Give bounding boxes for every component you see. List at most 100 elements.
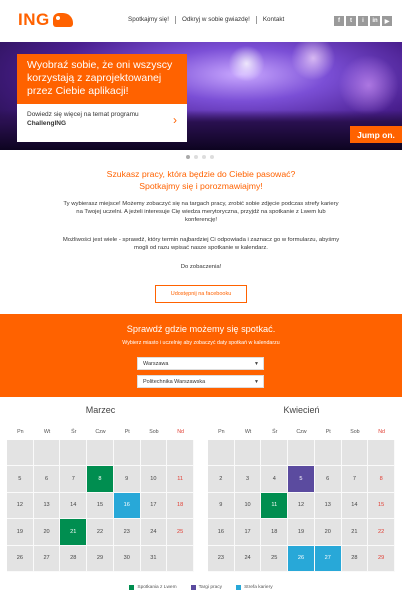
city-select[interactable]: Warszawa ▼	[137, 357, 264, 370]
calendar-day: 30	[113, 545, 141, 572]
calendar-day: 14	[60, 492, 88, 520]
calendar-day: 10	[140, 466, 168, 493]
calendar-day: 18	[167, 492, 194, 520]
calendar-empty-cell	[288, 440, 315, 467]
chevron-down-icon: ▼	[254, 379, 259, 385]
calendar-day: 4	[261, 466, 289, 493]
weekday-label: Śr	[272, 429, 278, 435]
intro-title: Szukasz pracy, która będzie do Ciebie pa…	[0, 168, 402, 192]
weekday-label: Pn	[218, 429, 225, 435]
calendar-day: 22	[87, 519, 114, 546]
calendar-day: 7	[341, 466, 369, 493]
facebook-share-button[interactable]: Udostępnij na facebooku	[155, 285, 247, 303]
legend-item: Strefa kariery	[236, 585, 273, 590]
facebook-icon[interactable]: f	[334, 16, 344, 26]
calendar-day: 12	[7, 492, 34, 520]
calendar-day: 6	[314, 466, 342, 493]
nav-item-meet[interactable]: Spotkajmy się!	[122, 16, 176, 24]
calendar-day: 6	[33, 466, 61, 493]
chevron-down-icon: ▼	[254, 361, 259, 367]
lion-icon	[52, 13, 73, 27]
calendar-day: 15	[87, 492, 114, 520]
calendar-day: 28	[60, 545, 88, 572]
calendar-legend: Spotkania z Lwem Targi pracy Strefa karier…	[0, 585, 402, 590]
calendar-day: 17	[140, 492, 168, 520]
school-select[interactable]: Politechnika Warszawska ▼	[137, 375, 264, 388]
calendar-day: 25	[167, 519, 194, 546]
intro-title-line1: Szukasz pracy, która będzie do Ciebie pa…	[106, 169, 296, 179]
weekday-label: Pt	[124, 429, 130, 435]
instagram-icon[interactable]: i	[358, 16, 368, 26]
youtube-icon[interactable]: ▶	[382, 16, 392, 26]
weekday-label: Czw	[296, 429, 307, 435]
calendar-month-title: Kwiecień	[283, 405, 320, 415]
calendar-day: 23	[113, 519, 141, 546]
calendar-day: 10	[234, 492, 262, 520]
calendar-day: 22	[368, 519, 395, 546]
legend-swatch	[236, 585, 242, 590]
calendar-day[interactable]: 8	[87, 466, 114, 493]
calendar-day: 28	[341, 545, 369, 572]
calendar-day: 26	[7, 545, 34, 572]
ing-logo[interactable]: ING	[18, 10, 73, 30]
calendar-day: 29	[368, 545, 395, 572]
calendar-day: 14	[341, 492, 369, 520]
school-value: Politechnika Warszawska	[143, 378, 206, 385]
calendar-march: Marzec Pn Wt Śr Czw Pt Sob Nd 5 6 7 8 9 10 11 12 13 14 1…	[7, 405, 194, 572]
twitter-icon[interactable]: t	[346, 16, 356, 26]
calendar-day[interactable]: 27	[314, 545, 342, 572]
nav-item-contact[interactable]: Kontakt	[257, 16, 290, 24]
weekday-label: Sob	[149, 429, 159, 435]
calendar-day: 24	[140, 519, 168, 546]
weekday-label: Pn	[17, 429, 24, 435]
nav-item-star[interactable]: Odkryj w sobie gwiazdę!	[176, 16, 257, 24]
calendar-empty-cell	[368, 440, 395, 467]
calendar-day: 23	[208, 545, 235, 572]
legend-item: Spotkania z Lwem	[129, 585, 177, 590]
carousel-dot[interactable]	[202, 155, 206, 159]
weekday-header: Pn Wt Śr Czw Pt Sob Nd	[7, 425, 194, 439]
weekday-label: Sob	[350, 429, 360, 435]
calendar-day[interactable]: 16	[113, 492, 141, 520]
main-nav: Spotkajmy się! Odkryj w sobie gwiazdę! K…	[122, 16, 290, 24]
calendar-empty-cell	[113, 440, 141, 467]
meeting-finder: Sprawdź gdzie możemy się spotkać. Wybier…	[0, 314, 402, 397]
weekday-label: Czw	[95, 429, 106, 435]
calendar-day: 7	[60, 466, 88, 493]
calendar-day: 20	[33, 519, 61, 546]
calendar-empty-cell	[7, 440, 34, 467]
calendar-empty-cell	[314, 440, 342, 467]
calendar-empty-cell	[60, 440, 88, 467]
legend-label: Strefa kariery	[244, 585, 273, 590]
finder-title: Sprawdź gdzie możemy się spotkać.	[126, 324, 276, 334]
carousel-dot[interactable]	[194, 155, 198, 159]
calendar-empty-cell	[261, 440, 289, 467]
calendar-empty-cell	[140, 440, 168, 467]
calendar-day: 15	[368, 492, 395, 520]
calendar-day: 29	[87, 545, 114, 572]
calendar-grid: 5 6 7 8 9 10 11 12 13 14 15 16 17 18 19 20 21 22 23 24 25 26 2…	[7, 440, 194, 572]
linkedin-icon[interactable]: in	[370, 16, 380, 26]
calendar-month-title: Marzec	[85, 405, 116, 415]
calendar-day[interactable]: 21	[60, 519, 88, 546]
calendar-empty-cell	[87, 440, 114, 467]
legend-swatch	[190, 585, 196, 590]
calendar-day[interactable]: 5	[288, 466, 315, 493]
weekday-label: Pt	[325, 429, 331, 435]
hero-headline: Wyobraź sobie, że oni wszyscy korzystają…	[17, 54, 187, 104]
calendar-day: 20	[314, 519, 342, 546]
carousel-dot[interactable]	[210, 155, 214, 159]
calendar-day: 5	[7, 466, 34, 493]
calendar-empty-cell	[208, 440, 235, 467]
carousel-dot[interactable]	[186, 155, 190, 159]
calendar-day: 27	[33, 545, 61, 572]
calendar-day: 11	[167, 466, 194, 493]
calendar-day[interactable]: 11	[261, 492, 289, 520]
calendar-day[interactable]: 26	[288, 545, 315, 572]
finder-subtitle: Wybierz miasto i uczelnię aby zobaczyć d…	[122, 340, 280, 346]
calendar-day: 2	[208, 466, 235, 493]
intro-title-line2: Spotkajmy się i porozmawiajmy!	[139, 181, 263, 191]
city-value: Warszawa	[143, 360, 169, 367]
program-link[interactable]: Dowiedz się więcej na temat programu Cha…	[17, 104, 187, 142]
hero-card: Wyobraź sobie, że oni wszyscy korzystają…	[17, 54, 187, 142]
